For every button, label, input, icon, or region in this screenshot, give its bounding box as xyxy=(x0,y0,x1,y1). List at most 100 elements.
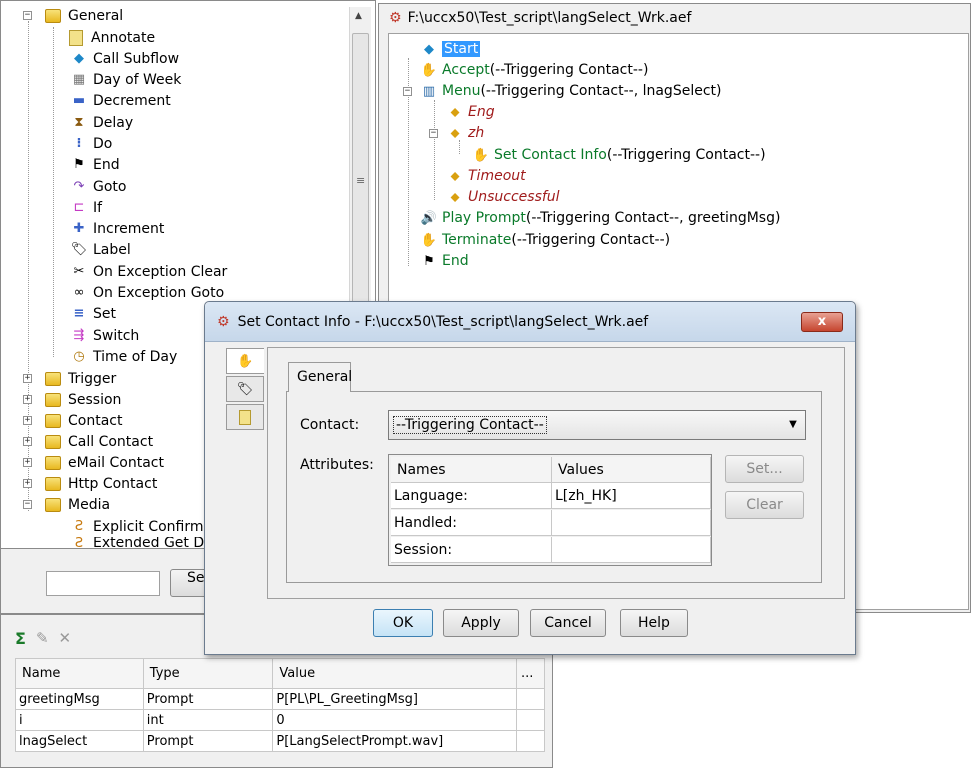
collapse-media-toggle[interactable]: − xyxy=(23,500,32,509)
set-button[interactable]: Set... xyxy=(725,455,804,483)
palette-item-label[interactable]: 🏷 Label xyxy=(69,239,131,260)
script-icon: ⚙ xyxy=(389,10,402,26)
cancel-button[interactable]: Cancel xyxy=(530,609,606,637)
palette-item-increment[interactable]: ✚ Increment xyxy=(69,218,165,239)
plus-icon: ✚ xyxy=(73,221,85,236)
palette-folder-contact[interactable]: Contact xyxy=(45,410,122,431)
branch-eng[interactable]: ⬥ Eng xyxy=(445,102,494,122)
palette-item-explicit-confirmation[interactable]: Ƨ Explicit Confirmat xyxy=(69,516,218,537)
side-tab-general[interactable]: ✋ xyxy=(226,348,264,374)
chevron-down-icon[interactable]: ▼ xyxy=(781,411,805,439)
attribute-name: Handled: xyxy=(391,510,552,536)
new-variable-icon[interactable]: Ʃ xyxy=(15,629,26,648)
expand-trigger-toggle[interactable]: + xyxy=(23,374,32,383)
table-row[interactable]: Handled: xyxy=(389,510,711,536)
attribute-value xyxy=(552,537,711,563)
palette-folder-http-contact[interactable]: Http Contact xyxy=(45,473,157,494)
expand-http-contact-toggle[interactable]: + xyxy=(23,479,32,488)
table-row[interactable]: Session: xyxy=(389,537,711,563)
step-menu[interactable]: ▥ Menu (--Triggering Contact--, lnagSelec… xyxy=(419,81,722,101)
column-options-button[interactable]: ... xyxy=(516,658,545,689)
checkered-flag-icon: ⚑ xyxy=(423,253,435,269)
ok-button[interactable]: OK xyxy=(373,609,433,637)
variable-type: Prompt xyxy=(142,730,274,752)
tab-general[interactable]: General xyxy=(288,362,352,392)
palette-item-day-of-week[interactable]: ▦ Day of Week xyxy=(69,69,182,90)
search-input[interactable] xyxy=(46,571,160,596)
palette-item-goto[interactable]: ↷ Goto xyxy=(69,176,127,197)
palette-folder-email-contact[interactable]: eMail Contact xyxy=(45,452,164,473)
table-row[interactable]: greetingMsg Prompt P[PL\PL_GreetingMsg] xyxy=(15,688,545,710)
collapse-menu-toggle[interactable]: − xyxy=(403,87,412,96)
palette-item-do[interactable]: ⁝ Do xyxy=(69,133,113,154)
palette-item-on-exception-clear[interactable]: ✂ On Exception Clear xyxy=(69,261,228,282)
step-set-contact-info[interactable]: ✋ Set Contact Info (--Triggering Contact-… xyxy=(471,145,766,165)
step-play-prompt[interactable]: 🔊 Play Prompt (--Triggering Contact--, gr… xyxy=(419,208,781,228)
palette-item-decrement[interactable]: ▬ Decrement xyxy=(69,90,171,111)
expand-email-contact-toggle[interactable]: + xyxy=(23,458,32,467)
edit-variable-icon[interactable]: ✎ xyxy=(36,629,49,647)
switch-icon: ⇶ xyxy=(73,328,85,343)
side-tab-label[interactable]: 🏷 xyxy=(226,376,264,402)
table-row[interactable]: lnagSelect Prompt P[LangSelectPrompt.wav… xyxy=(15,730,545,752)
palette-item-on-exception-goto[interactable]: ∞ On Exception Goto xyxy=(69,282,225,303)
attributes-header-row: Names Values xyxy=(389,457,711,483)
start-icon: ◆ xyxy=(424,41,434,57)
close-button[interactable]: x xyxy=(801,312,843,332)
expand-contact-toggle[interactable]: + xyxy=(23,416,32,425)
folder-icon xyxy=(45,371,61,386)
apply-button[interactable]: Apply xyxy=(443,609,519,637)
column-header-name[interactable]: Name xyxy=(15,658,144,689)
palette-item-time-of-day[interactable]: ◷ Time of Day xyxy=(69,346,177,367)
delete-variable-icon[interactable]: ✕ xyxy=(59,629,72,647)
palette-folder-trigger[interactable]: Trigger xyxy=(45,368,116,389)
palette-folder-session[interactable]: Session xyxy=(45,389,121,410)
palette-item-call-subflow[interactable]: ◆ Call Subflow xyxy=(69,48,179,69)
palette-folder-general[interactable]: General xyxy=(45,5,123,26)
scroll-up-arrow-icon[interactable]: ▲ xyxy=(355,11,362,21)
table-row[interactable]: i int 0 xyxy=(15,709,545,731)
attribute-value: L[zh_HK] xyxy=(552,483,711,509)
help-button[interactable]: Help xyxy=(620,609,688,637)
collapse-zh-toggle[interactable]: − xyxy=(429,129,438,138)
collapse-general-toggle[interactable]: − xyxy=(23,11,32,20)
call-subflow-icon: ◆ xyxy=(74,51,84,66)
palette-item-annotate[interactable]: Annotate xyxy=(69,27,155,48)
scrollbar-thumb[interactable]: ≡ xyxy=(352,33,369,333)
palette-folder-media[interactable]: Media xyxy=(45,494,110,515)
contact-dropdown[interactable]: --Triggering Contact-- ▼ xyxy=(388,410,806,440)
hand-icon: ✋ xyxy=(237,353,254,369)
step-end[interactable]: ⚑ End xyxy=(419,251,468,271)
expand-session-toggle[interactable]: + xyxy=(23,395,32,404)
column-header-names[interactable]: Names xyxy=(391,457,552,483)
column-header-values[interactable]: Values xyxy=(552,457,711,483)
palette-item-if[interactable]: ⊏ If xyxy=(69,197,103,218)
palette-item-switch[interactable]: ⇶ Switch xyxy=(69,325,140,346)
branch-timeout[interactable]: ⬥ Timeout xyxy=(445,166,525,186)
set-contact-info-dialog: ⚙ Set Contact Info - F:\uccx50\Test_scri… xyxy=(204,301,856,655)
set-icon: ≡ xyxy=(73,306,85,321)
step-accept[interactable]: ✋ Accept (--Triggering Contact--) xyxy=(419,60,649,80)
step-terminate[interactable]: ✋ Terminate (--Triggering Contact--) xyxy=(419,230,670,250)
checkered-flag-icon: ⚑ xyxy=(73,157,85,172)
clear-button[interactable]: Clear xyxy=(725,491,804,519)
branch-unsuccessful[interactable]: ⬥ Unsuccessful xyxy=(445,187,559,207)
folder-icon xyxy=(45,8,61,23)
step-start[interactable]: ◆ Start xyxy=(419,39,481,59)
terminate-icon: ✋ xyxy=(420,232,438,248)
expand-call-contact-toggle[interactable]: + xyxy=(23,437,32,446)
column-header-value[interactable]: Value xyxy=(272,658,518,689)
column-header-type[interactable]: Type xyxy=(142,658,274,689)
explicit-confirmation-icon: Ƨ xyxy=(74,519,84,534)
folder-icon xyxy=(45,497,61,512)
palette-folder-call-contact[interactable]: Call Contact xyxy=(45,431,153,452)
table-row[interactable]: Language: L[zh_HK] xyxy=(389,483,711,509)
menu-icon: ▥ xyxy=(422,83,436,99)
palette-item-delay[interactable]: ⧗ Delay xyxy=(69,112,133,133)
branch-zh[interactable]: ⬥ zh xyxy=(445,123,484,143)
do-icon: ⁝ xyxy=(76,136,82,151)
palette-item-set[interactable]: ≡ Set xyxy=(69,303,116,324)
palette-item-end[interactable]: ⚑ End xyxy=(69,154,119,175)
side-tab-annotate[interactable] xyxy=(226,404,264,430)
dialog-titlebar[interactable]: ⚙ Set Contact Info - F:\uccx50\Test_scri… xyxy=(205,302,855,342)
